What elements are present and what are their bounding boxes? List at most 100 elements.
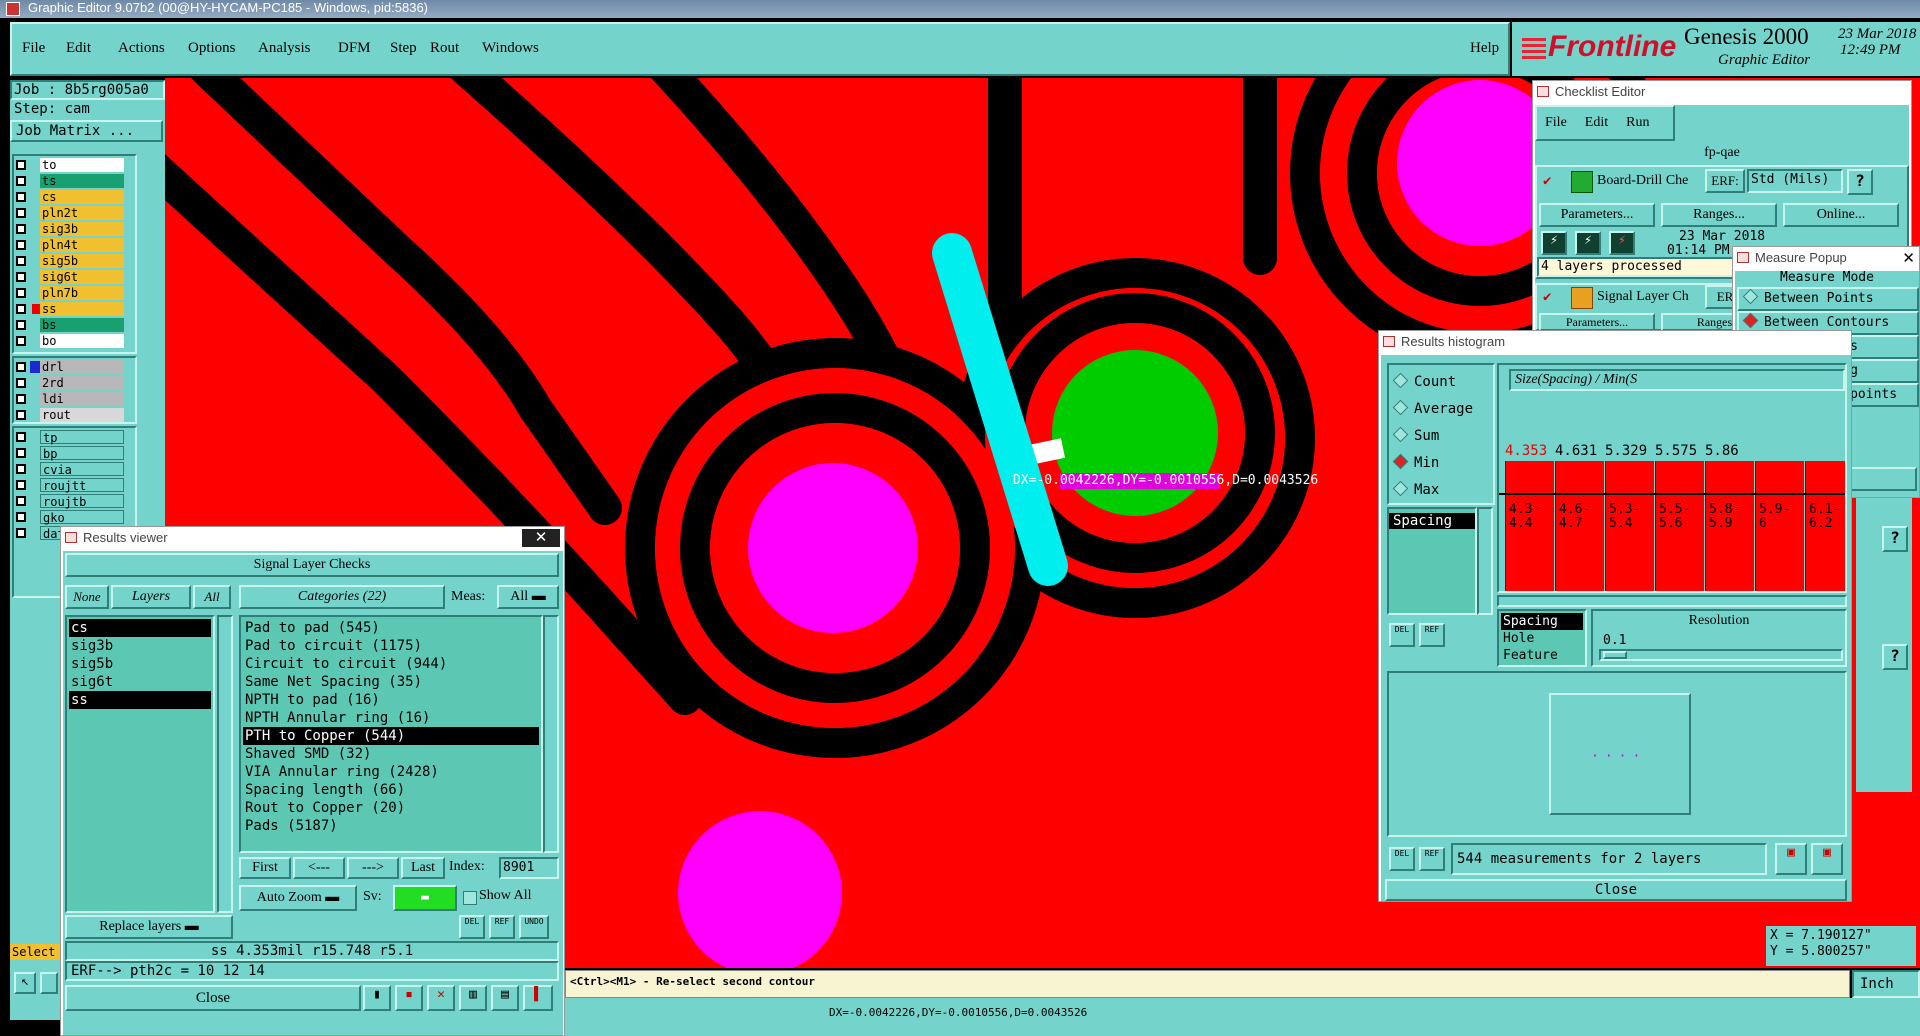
result-layer-item[interactable]: sig3b [69,637,211,655]
result-layer-item[interactable]: cs [69,619,211,637]
layer-checkbox[interactable] [16,336,26,346]
radio-icon[interactable] [1742,288,1759,305]
category-item[interactable]: Circuit to circuit (944) [243,655,539,673]
result-layer-item[interactable]: sig5b [69,655,211,673]
layer-list-scrollbar[interactable] [217,615,233,913]
stat-option[interactable]: Average [1392,396,1487,423]
layer-row-roujtt[interactable]: roujtt [14,478,136,493]
layer-checkbox[interactable] [16,256,26,266]
hist-type-list[interactable]: Spacing Hole Feature [1497,609,1587,667]
layer-checkbox[interactable] [16,512,26,522]
layer-row-sig3b[interactable]: sig3b [14,222,136,236]
hist-del-button[interactable]: DEL [1389,623,1415,647]
layer-checkbox[interactable] [16,208,26,218]
auto-zoom-select[interactable]: Auto Zoom ▬ [239,885,357,911]
result-layer-item[interactable]: ss [69,691,211,709]
layer-row-sig6t[interactable]: sig6t [14,270,136,284]
layer-checkbox[interactable] [16,176,26,186]
menu-analysis[interactable]: Analysis [258,40,311,57]
menu-actions[interactable]: Actions [118,40,165,57]
hist-type-item[interactable]: Hole [1501,630,1583,647]
layer-row-tp[interactable]: tp [14,430,136,445]
layer-row-to[interactable]: to [14,158,136,172]
tool-icon-2[interactable]: ▪ [395,985,423,1011]
layer-checkbox[interactable] [16,320,26,330]
job-matrix-button[interactable]: Job Matrix ... [10,120,163,142]
checklist-menu-file[interactable]: File [1545,115,1567,130]
stat-option[interactable]: Max [1392,477,1487,504]
layer-row-cs[interactable]: cs [14,190,136,204]
hist-type-item[interactable]: Spacing [1501,613,1583,630]
layers-button[interactable]: Layers [111,585,191,609]
radio-icon[interactable] [1392,480,1409,497]
category-item[interactable]: Pad to pad (545) [243,619,539,637]
next-button[interactable]: ---> [347,857,399,879]
zoom-tool-icon[interactable] [40,972,58,994]
layer-row-bp[interactable]: bp [14,446,136,461]
arrow-tool-icon[interactable]: ↖ [14,972,36,994]
layer-row-ts[interactable]: ts [14,174,136,188]
resolution-slider-thumb[interactable] [1603,651,1627,659]
erf-button[interactable]: ERF: [1705,169,1745,193]
layer-row-ss[interactable]: ss [14,302,136,316]
layer-checkbox[interactable] [16,410,26,420]
tool-icon-1[interactable]: ▮ [363,985,391,1011]
category-list-scrollbar[interactable] [543,615,559,853]
index-input[interactable]: 8901 [499,857,559,879]
ranges-button[interactable]: Ranges... [1661,203,1777,227]
layer-checkbox[interactable] [16,448,26,458]
category-item[interactable]: NPTH Annular ring (16) [243,709,539,727]
layer-row-bs[interactable]: bs [14,318,136,332]
category-item[interactable]: VIA Annular ring (2428) [243,763,539,781]
category-item[interactable]: Same Net Spacing (35) [243,673,539,691]
category-item[interactable]: Pads (5187) [243,817,539,835]
radio-icon[interactable] [1392,426,1409,443]
layer-checkbox[interactable] [16,224,26,234]
menu-options[interactable]: Options [188,40,236,57]
result-layer-item[interactable]: sig6t [69,673,211,691]
run-icon-1[interactable]: ⚡ [1541,231,1567,255]
category-item[interactable]: NPTH to pad (16) [243,691,539,709]
layer-row-drl[interactable]: drl [14,360,136,374]
stat-option[interactable]: Min [1392,450,1487,477]
resolution-slider[interactable] [1599,649,1843,661]
help-icon[interactable]: ? [1847,169,1873,195]
layer-row-gko[interactable]: gko [14,510,136,525]
all-button[interactable]: All [193,585,231,609]
check-1-checkbox[interactable]: ✔ [1543,173,1551,189]
help-icon-3[interactable]: ? [1882,644,1908,670]
menu-step[interactable]: Step [390,40,417,57]
layer-row-ldi[interactable]: ldi [14,392,136,406]
radio-icon[interactable] [1392,399,1409,416]
checklist-menu-edit[interactable]: Edit [1585,115,1608,130]
undo-button[interactable]: UNDO [519,915,549,939]
category-item[interactable]: Pad to circuit (1175) [243,637,539,655]
hist-list-scrollbar[interactable] [1477,507,1493,615]
hist-type-item[interactable]: Feature [1501,647,1583,664]
category-item[interactable]: Shaved SMD (32) [243,745,539,763]
histogram-close-button[interactable]: Close [1385,879,1847,901]
hist-list-item[interactable]: Spacing [1389,513,1475,529]
measure-option[interactable]: Between Points [1737,287,1919,311]
categories-button[interactable]: Categories (22) [239,585,445,609]
menu-dfm[interactable]: DFM [338,40,371,57]
close-icon[interactable]: ✕ [522,529,560,547]
chart-icon[interactable]: ▌ [523,985,553,1011]
menu-windows[interactable]: Windows [482,40,539,57]
last-button[interactable]: Last [401,857,445,879]
layer-checkbox[interactable] [16,272,26,282]
std-field[interactable]: Std (Mils) [1747,169,1843,193]
hist-ref-button-2[interactable]: REF [1419,847,1445,871]
menu-file[interactable]: File [22,40,45,57]
parameters-button[interactable]: Parameters... [1539,203,1655,227]
layer-checkbox[interactable] [16,528,26,538]
category-item[interactable]: Spacing length (66) [243,781,539,799]
layer-row-roujtb[interactable]: roujtb [14,494,136,509]
radio-icon[interactable] [1742,312,1759,329]
check-2-checkbox[interactable]: ✔ [1543,289,1551,305]
tool-icon-5[interactable]: ▤ [491,985,519,1011]
layer-checkbox[interactable] [16,192,26,202]
zoom-icon-1[interactable]: ▣ [1775,843,1807,875]
run-icon-3[interactable]: ⚡ [1609,231,1635,255]
radio-icon[interactable] [1392,453,1409,470]
